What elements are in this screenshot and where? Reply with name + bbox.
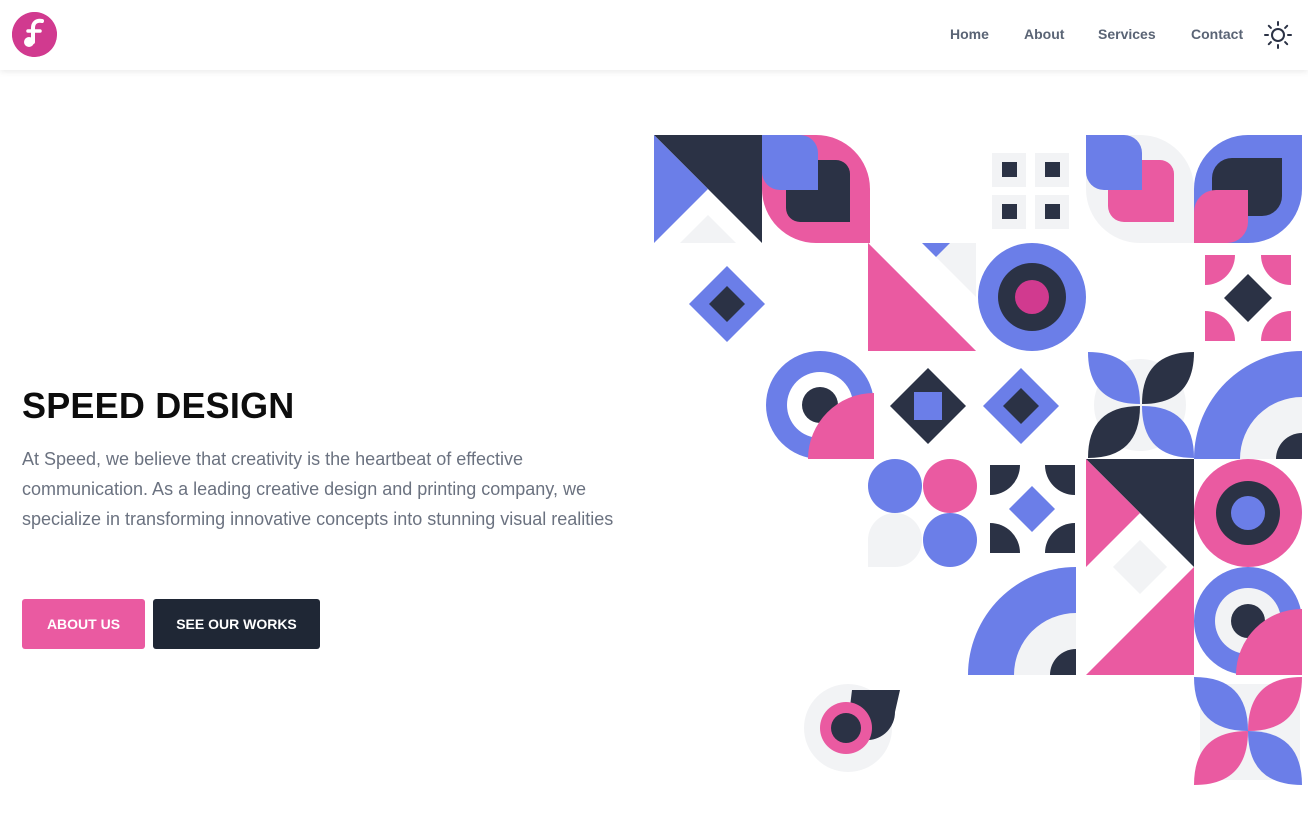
tile-ring-quarter-2 xyxy=(1194,567,1302,675)
nav-link-home[interactable]: Home xyxy=(950,24,989,44)
hero-description: At Speed, we believe that creativity is … xyxy=(22,449,614,529)
tile-diamond-3 xyxy=(983,368,1059,444)
tile-leaf-2 xyxy=(1086,135,1194,243)
tile-triangles-2 xyxy=(868,243,976,351)
tile-ring-quarter-1 xyxy=(766,351,874,459)
about-us-button[interactable]: ABOUT US xyxy=(22,599,145,649)
tile-circles-1 xyxy=(868,459,977,567)
nav-link-services[interactable]: Services xyxy=(1098,24,1156,44)
navbar: Home About Services Contact xyxy=(0,0,1308,70)
nav-link-contact[interactable]: Contact xyxy=(1191,24,1243,44)
tile-arc-1 xyxy=(1194,351,1302,459)
tile-leaf-1 xyxy=(762,135,870,243)
tile-small-motif xyxy=(804,684,900,772)
tile-quarters-1 xyxy=(990,465,1075,553)
tile-diamond-1 xyxy=(689,266,765,342)
nav-link-about[interactable]: About xyxy=(1024,24,1064,44)
tile-dots-1 xyxy=(992,153,1069,229)
tile-rings-2 xyxy=(1194,459,1302,567)
logo-icon[interactable] xyxy=(12,12,57,57)
tile-leaf-3 xyxy=(1194,135,1302,243)
see-our-works-button[interactable]: SEE OUR WORKS xyxy=(153,599,320,649)
hero-title: SPEED DESIGN xyxy=(22,385,295,426)
tile-rings-1 xyxy=(978,243,1086,351)
hero-section: SPEED DESIGN At Speed, we believe that c… xyxy=(22,384,642,534)
tile-petals-1 xyxy=(1205,255,1291,341)
geometric-pattern-illustration xyxy=(650,130,1308,790)
tile-arc-2 xyxy=(968,567,1076,675)
sun-icon[interactable] xyxy=(1263,20,1293,50)
tile-leaves-2 xyxy=(1194,677,1302,785)
tile-leaves-1 xyxy=(1088,352,1194,458)
tile-diamond-2 xyxy=(890,368,966,444)
tile-triangles-1 xyxy=(654,135,762,243)
